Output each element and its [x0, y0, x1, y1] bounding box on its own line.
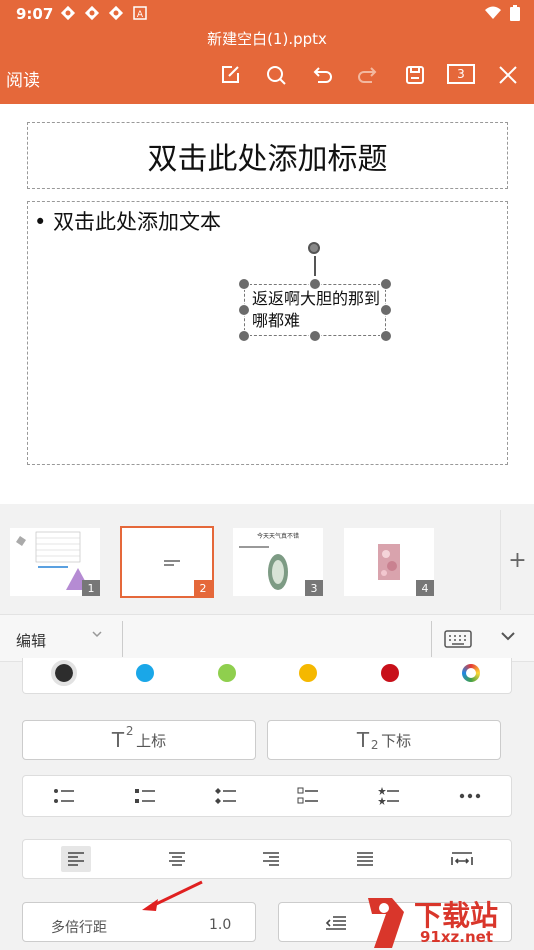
slide-thumbnail-active[interactable]: 2 [120, 526, 214, 598]
slide-number: 2 [194, 580, 212, 596]
slide-thumbnail[interactable]: 今天天气真不错 3 [233, 528, 323, 596]
line-spacing-label: 多倍行距 [51, 920, 107, 936]
wifi-icon [485, 6, 501, 19]
page-count-badge[interactable]: 3 [447, 64, 475, 84]
resize-handle[interactable] [238, 304, 250, 316]
watermark-logo-icon [368, 898, 404, 948]
collapse-panel-icon[interactable] [500, 628, 516, 648]
rotation-stem [314, 256, 316, 276]
body-placeholder-text: • 双击此处添加文本 [34, 210, 222, 234]
more-options-icon[interactable] [459, 793, 481, 799]
keyboard-icon[interactable] [444, 630, 472, 652]
slide-thumbnail-strip: 1 2 今天天气真不错 3 4 + [0, 510, 534, 610]
list-style-row [22, 775, 512, 817]
edit-mode-dropdown[interactable]: 编辑 [16, 630, 46, 651]
resize-handle[interactable] [238, 330, 250, 342]
title-placeholder[interactable]: 双击此处添加标题 [27, 122, 508, 189]
align-center-icon[interactable] [168, 851, 186, 867]
document-title: 新建空白(1).pptx [207, 30, 327, 48]
diamond-bullet-list-icon[interactable] [215, 787, 237, 805]
app-notification-icon [84, 5, 100, 21]
annotation-arrow-icon [142, 880, 203, 911]
justify-icon[interactable] [356, 851, 374, 867]
resize-handle[interactable] [380, 278, 392, 290]
distribute-icon[interactable] [450, 851, 473, 867]
paragraph-align-row [22, 839, 512, 879]
color-swatch-black[interactable] [51, 660, 77, 686]
superscript-label: 上标 [136, 731, 167, 750]
app-notification-icon [108, 5, 124, 21]
align-left-button[interactable] [61, 846, 92, 872]
line-spacing-value[interactable]: 1.0 [209, 917, 231, 933]
top-app-bar: 9:07 A 新建空白(1).pptx 阅读 3 [0, 0, 534, 104]
undo-icon[interactable] [309, 62, 335, 88]
resize-handle[interactable] [238, 278, 250, 290]
color-swatch-yellow[interactable] [299, 664, 317, 682]
color-swatch-green[interactable] [218, 664, 236, 682]
subscript-button[interactable]: T2 下标 [267, 720, 501, 760]
bullet-list-icon[interactable] [53, 787, 75, 805]
redo-icon[interactable] [355, 62, 381, 88]
toolbar-divider [431, 621, 432, 657]
decrease-indent-icon[interactable] [325, 915, 347, 931]
hollow-square-list-icon[interactable] [297, 787, 319, 805]
color-palette [22, 658, 512, 694]
superscript-icon: T2 [111, 724, 134, 752]
subscript-icon: T2 [356, 728, 379, 752]
rotate-handle[interactable] [308, 242, 320, 254]
ppt-editor-screen: 9:07 A 新建空白(1).pptx 阅读 3 双击此处添加标题 • 双击此处… [0, 0, 534, 950]
toolbar-divider [122, 621, 123, 657]
edit-document-icon[interactable] [217, 62, 243, 88]
resize-handle[interactable] [309, 278, 321, 290]
status-time: 9:07 [16, 5, 54, 23]
square-bullet-list-icon[interactable] [134, 787, 156, 805]
align-left-icon [68, 852, 85, 866]
slide-number: 1 [82, 580, 100, 596]
edit-toolbar: 编辑 [0, 614, 534, 662]
custom-color-inner [466, 668, 476, 678]
save-icon[interactable] [402, 62, 428, 88]
read-mode-button[interactable]: 阅读 [6, 66, 40, 91]
align-right-icon[interactable] [262, 851, 280, 867]
resize-handle[interactable] [380, 330, 392, 342]
search-icon[interactable] [263, 62, 289, 88]
resize-handle[interactable] [309, 330, 321, 342]
battery-icon [510, 5, 520, 21]
list-style-options [23, 776, 511, 816]
color-swatch-red[interactable] [381, 664, 399, 682]
custom-color-icon[interactable] [462, 664, 480, 682]
font-notification-icon: A [133, 6, 147, 20]
close-icon[interactable] [495, 62, 521, 88]
slide-number: 3 [305, 580, 323, 596]
resize-handle[interactable] [380, 304, 392, 316]
site-watermark: 下载站 91xz.net [360, 892, 534, 950]
align-options [23, 840, 511, 878]
selected-textbox-text[interactable]: 返返啊大胆的那到哪都难 [252, 288, 382, 332]
superscript-button[interactable]: T2 上标 [22, 720, 256, 760]
status-system-icons [484, 5, 520, 21]
slide-thumbnail[interactable]: 1 [10, 528, 100, 596]
status-notification-icons: A [60, 5, 148, 21]
watermark-url: 91xz.net [420, 928, 494, 946]
chevron-down-icon[interactable] [92, 628, 102, 643]
star-bullet-list-icon[interactable] [377, 787, 400, 805]
color-swatch-blue[interactable] [136, 664, 154, 682]
svg-text:A: A [137, 10, 144, 20]
slide-number: 4 [416, 580, 434, 596]
subscript-label: 下标 [381, 731, 412, 750]
app-notification-icon [60, 5, 76, 21]
slide-thumbnail[interactable]: 4 [344, 528, 434, 596]
add-slide-button[interactable]: + [500, 510, 534, 610]
